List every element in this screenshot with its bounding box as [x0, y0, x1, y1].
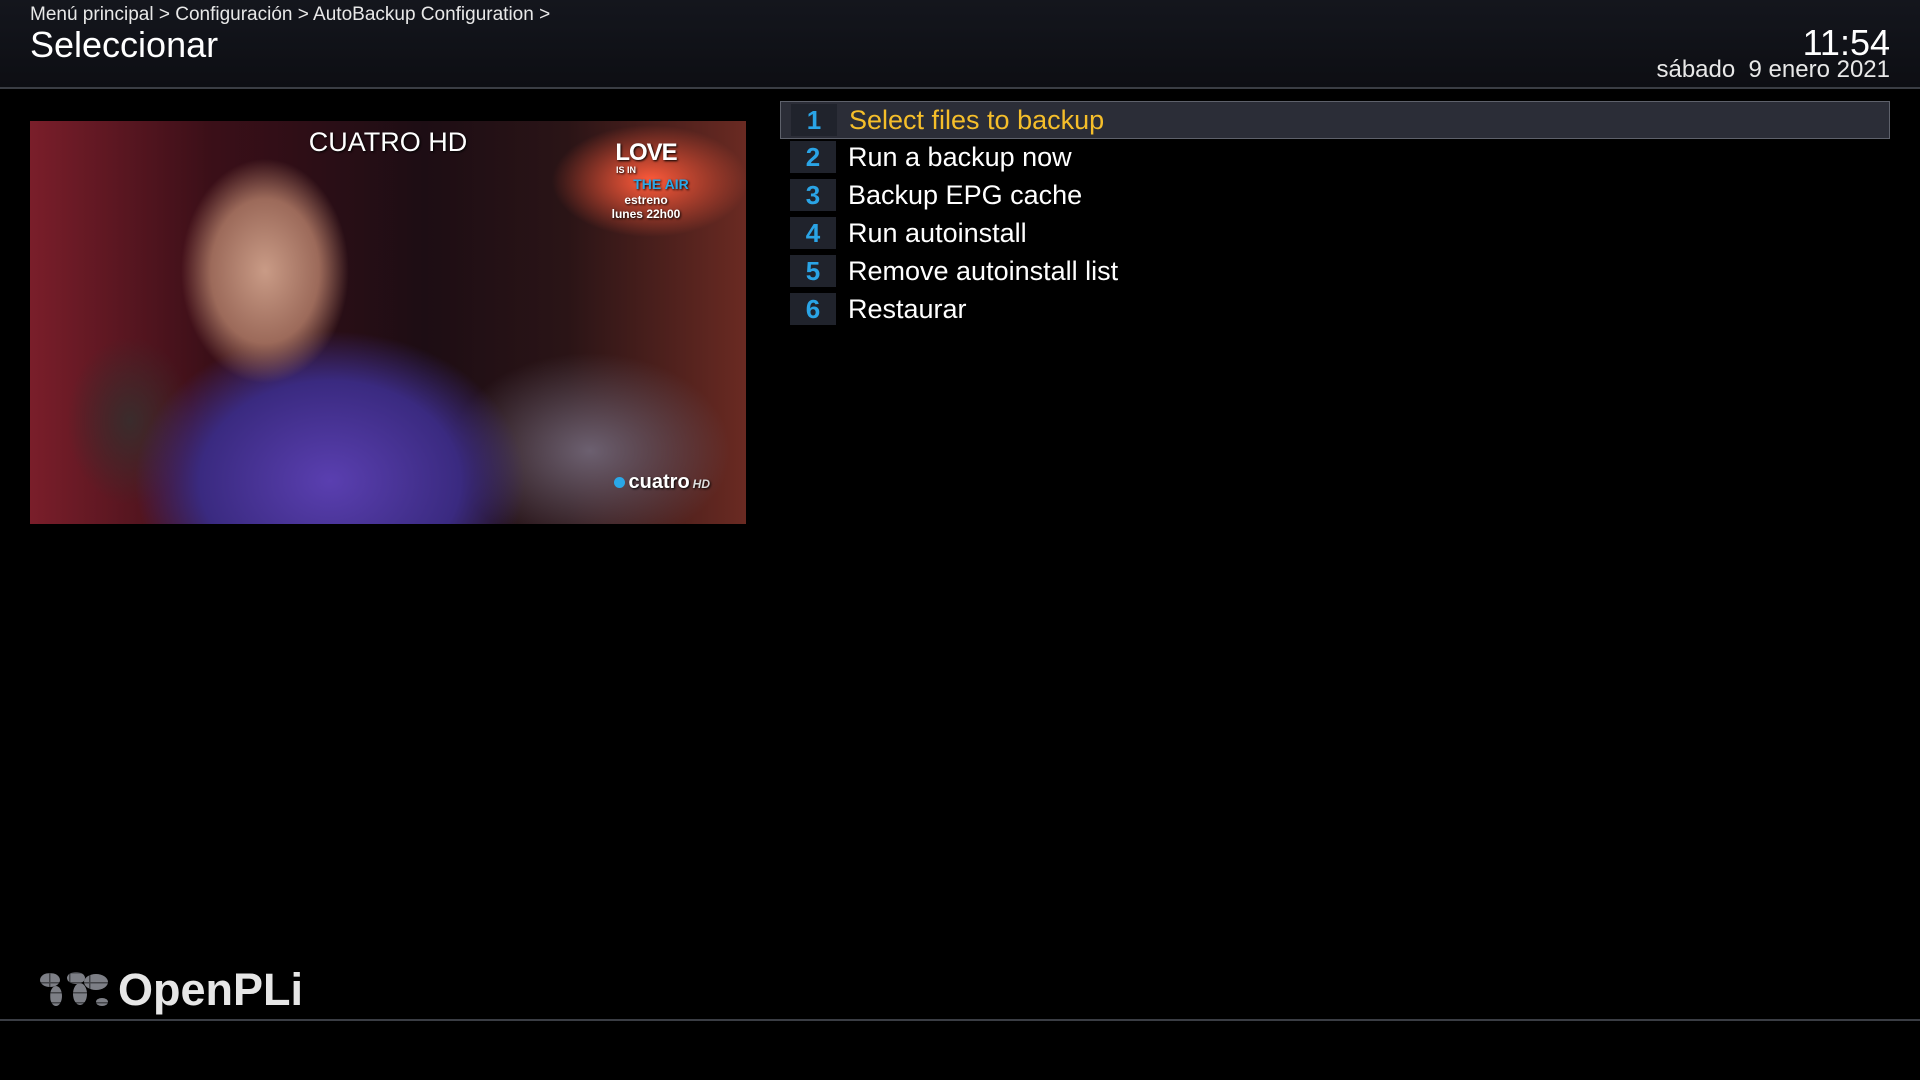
tv-promo-air: THE AIR [633, 176, 689, 192]
tv-logo-text: cuatro [628, 471, 690, 493]
menu-item-number: 4 [790, 217, 836, 249]
tv-promo-overlay: LOVE IS IN THE AIR estreno lunes 22h00 [586, 139, 706, 222]
world-map-icon [34, 962, 114, 1018]
menu-item-number: 3 [790, 179, 836, 211]
date: sábado 9 enero 2021 [1656, 56, 1890, 83]
menu-item-label: Select files to backup [849, 105, 1105, 135]
tv-channel-logo: cuatro HD [613, 471, 710, 494]
menu-item-label: Backup EPG cache [848, 180, 1083, 210]
header-bar: Menú principal > Configuración > AutoBac… [0, 0, 1920, 89]
menu-item-label: Run autoinstall [848, 218, 1027, 248]
page-title: Seleccionar [30, 24, 219, 65]
tv-promo-line1: estreno [624, 193, 668, 207]
menu-item-number: 5 [790, 255, 836, 287]
brand-logo: OpenPLi [34, 962, 303, 1018]
menu-item-label: Remove autoinstall list [848, 256, 1119, 286]
menu-item-run-backup[interactable]: 2 Run a backup now [780, 139, 1890, 177]
channel-dot-icon [613, 477, 625, 488]
tv-promo-line2: lunes 22h00 [611, 207, 681, 221]
breadcrumb: Menú principal > Configuración > AutoBac… [30, 4, 551, 25]
menu-list: 1 Select files to backup 2 Run a backup … [780, 101, 1890, 329]
menu-item-restaurar[interactable]: 6 Restaurar [780, 291, 1890, 329]
tv-preview: CUATRO HD LOVE IS IN THE AIR estreno lun… [30, 121, 746, 524]
menu-item-remove-autoinstall[interactable]: 5 Remove autoinstall list [780, 253, 1890, 291]
menu-item-number: 2 [790, 141, 836, 173]
menu-item-number: 1 [791, 104, 837, 136]
menu-item-label: Restaurar [848, 294, 967, 324]
menu-item-label: Run a backup now [848, 142, 1072, 172]
menu-item-number: 6 [790, 293, 836, 325]
menu-item-backup-epg[interactable]: 3 Backup EPG cache [780, 177, 1890, 215]
tv-promo-love: LOVE [615, 139, 677, 166]
tv-promo-is-in: IS IN [615, 165, 636, 175]
footer-divider [0, 1019, 1920, 1021]
tv-logo-hd: HD [692, 477, 710, 491]
menu-item-run-autoinstall[interactable]: 4 Run autoinstall [780, 215, 1890, 253]
menu-item-select-files[interactable]: 1 Select files to backup [780, 101, 1890, 139]
brand-name: OpenPLi [118, 964, 304, 1015]
